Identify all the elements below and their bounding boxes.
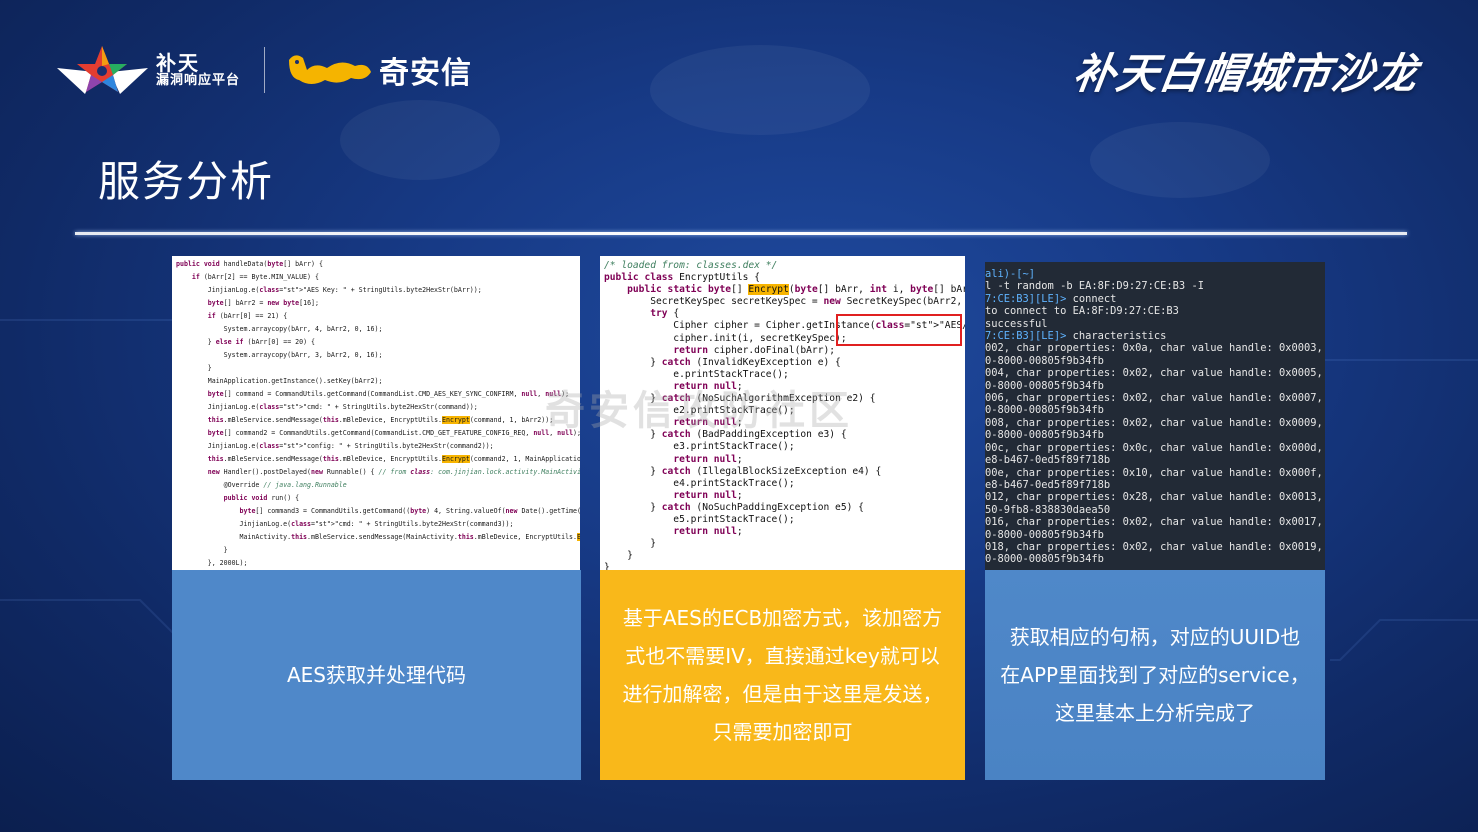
code1-line: byte[] bArr2 = new byte[16]; xyxy=(207,299,319,307)
terminal-line: 00e, char properties: 0x10, char value h… xyxy=(985,466,1325,479)
terminal-line: 0-8000-00805f9b34fb xyxy=(985,528,1104,541)
code2-line: } catch (NoSuchPaddingException e5) { xyxy=(604,501,864,513)
code1-line: JinjianLog.e(class="st">"cmd: " + String… xyxy=(176,520,514,528)
terminal-line: 50-9fb8-838830daea50 xyxy=(985,503,1111,516)
code1-line: JinjianLog.e(class="st">"cmd: " + String… xyxy=(176,403,478,411)
code2-line: } xyxy=(604,550,633,562)
code1-line: System.arraycopy(bArr, 3, bArr2, 0, 16); xyxy=(176,351,383,359)
code2-line: e4.printStackTrace(); xyxy=(604,477,795,489)
terminal-line: e8-b467-0ed5f89f718b xyxy=(985,478,1111,491)
terminal-line: 0-8000-00805f9b34fb xyxy=(985,379,1104,392)
brand-line1: 补天 xyxy=(156,50,200,75)
code2-line: public class EncryptUtils { xyxy=(604,272,760,284)
code1-line: } xyxy=(176,546,228,554)
partner-name: 奇安信 xyxy=(379,56,473,91)
code2-line: } xyxy=(604,538,656,550)
code1-line: } xyxy=(176,364,212,372)
code1-line: if (bArr[2] == Byte.MIN_VALUE) { xyxy=(191,273,319,281)
terminal-line: 018, char properties: 0x02, char value h… xyxy=(985,540,1325,553)
code1-line: } else if (bArr[0] == 20) { xyxy=(176,338,315,346)
code-comment: /* loaded from: classes.dex */ xyxy=(604,260,778,271)
event-title: 补天白帽城市沙龙 xyxy=(1070,49,1422,98)
terminal-line: e8-b467-0ed5f89f718b xyxy=(985,454,1111,467)
code2-line: return null; xyxy=(673,526,743,538)
code2-line: e.printStackTrace(); xyxy=(604,368,789,380)
code2-line: return null; xyxy=(673,417,743,429)
terminal-line: ali)-[~] xyxy=(985,268,1036,280)
card2-caption-box: 基于AES的ECB加密方式，该加密方 式也不需要IV，直接通过key就可以 进行加解… xyxy=(600,570,965,780)
code1-line: System.arraycopy(bArr, 4, bArr2, 0, 16); xyxy=(176,325,383,333)
aes-handle-code-screenshot: public void handleData(byte[] bArr) { if… xyxy=(172,256,580,570)
terminal-line: 00c, char properties: 0x0c, char value h… xyxy=(985,441,1325,454)
code1-line: }, 2000L); xyxy=(176,559,248,567)
brand-line2: 漏洞响应平台 xyxy=(156,72,241,88)
code1-line: JinjianLog.e(class="st">"AES Key: " + St… xyxy=(176,286,482,294)
terminal-line: 7:CE:B3][LE]> connect xyxy=(985,292,1117,305)
terminal-line: l -t random -b EA:8F:D9:27:CE:B3 -I xyxy=(985,280,1204,293)
code2-line: return cipher.doFinal(bArr); xyxy=(673,344,836,356)
butian-star-logo-icon xyxy=(57,46,148,94)
code2-line: SecretKeySpec secretKeySpec = new Secret… xyxy=(604,296,965,308)
code2-line: e3.printStackTrace(); xyxy=(604,441,795,453)
code1-line: public void handleData(byte[] bArr) { xyxy=(176,260,323,268)
terminal-line: 006, char properties: 0x02, char value h… xyxy=(985,392,1325,405)
code1-line: byte[] command3 = CommandUtils.getComman… xyxy=(239,507,580,515)
card3-caption-box: 获取相应的句柄，对应的UUID也 在APP里面找到了对应的service， 这里基本… xyxy=(985,570,1325,780)
code2-line: } catch (NoSuchAlgorithmException e2) { xyxy=(604,393,876,405)
terminal-line: 012, char properties: 0x28, char value h… xyxy=(985,491,1325,504)
page-title: 服务分析 xyxy=(98,157,275,206)
gatttool-terminal-screenshot: ali)-[~] l -t random -b EA:8F:D9:27:CE:B3… xyxy=(985,262,1325,570)
code1-line: public void run() { xyxy=(223,494,300,502)
code1-line: byte[] command2 = CommandUtils.getComman… xyxy=(207,429,580,437)
card3-caption: 获取相应的句柄，对应的UUID也 在APP里面找到了对应的service， 这里基本… xyxy=(1000,625,1310,725)
terminal-line: 004, char properties: 0x02, char value h… xyxy=(985,367,1325,380)
code1-line: MainApplication.getInstance().setKey(bAr… xyxy=(176,377,383,385)
code1-line: new Handler().postDelayed(new Runnable()… xyxy=(207,468,580,476)
code2-line: e5.printStackTrace(); xyxy=(604,513,795,525)
card1-caption: AES获取并处理代码 xyxy=(286,663,466,687)
terminal-line: 002, char properties: 0x0a, char value h… xyxy=(985,342,1325,355)
code2-line: public static byte[] Encrypt(byte[] bArr… xyxy=(627,284,965,296)
code2-line: return null; xyxy=(673,380,743,392)
code2-line: } catch (IllegalBlockSizeException e4) { xyxy=(604,465,882,477)
code2-line: } catch (InvalidKeyException e) { xyxy=(604,356,841,368)
terminal-line: 008, char properties: 0x02, char value h… xyxy=(985,416,1325,429)
terminal-line: 0-8000-00805f9b34fb xyxy=(985,354,1104,367)
code2-line: return null; xyxy=(673,453,743,465)
code2-line: } catch (BadPaddingException e3) { xyxy=(604,429,847,441)
terminal-line: 0-8000-00805f9b34fb xyxy=(985,429,1104,442)
card2-caption: 基于AES的ECB加密方式，该加密方 式也不需要IV，直接通过key就可以 进行加解… xyxy=(622,606,943,744)
header-divider xyxy=(264,47,266,93)
code1-line: this.mBleService.sendMessage(this.mBleDe… xyxy=(207,416,554,424)
code1-line: byte[] command = CommandUtils.getCommand… xyxy=(207,390,570,398)
card1-caption-box: AES获取并处理代码 xyxy=(172,570,581,780)
encrypt-utils-code-screenshot: /* loaded from: classes.dex */ public cl… xyxy=(600,256,965,570)
code1-line: this.mBleService.sendMessage(this.mBleDe… xyxy=(207,455,580,463)
terminal-line: 016, char properties: 0x02, char value h… xyxy=(985,516,1325,529)
code1-line: JinjianLog.e(class="st">"config: " + Str… xyxy=(176,442,494,450)
butian-brand: 补天 漏洞响应平台 xyxy=(156,52,240,88)
code1-line: MainActivity.this.mBleService.sendMessag… xyxy=(176,531,580,544)
code1-line: @Override // java.lang.Runnable xyxy=(176,481,347,489)
header-logos: 补天 漏洞响应平台 奇安信 xyxy=(55,40,472,100)
code2-line: } xyxy=(604,562,610,570)
code2-line: e2.printStackTrace(); xyxy=(604,405,795,417)
terminal-line: successful xyxy=(985,317,1048,330)
terminal-line: 0-8000-00805f9b34fb xyxy=(985,553,1104,566)
aes-ecb-highlight-box xyxy=(836,314,962,346)
title-divider xyxy=(75,232,1407,235)
terminal-line: 7:CE:B3][LE]> characteristics xyxy=(985,330,1167,343)
qianxin-mascot-logo-icon xyxy=(289,55,372,84)
terminal-line: to connect to EA:8F:D9:27:CE:B3 xyxy=(985,305,1179,318)
code1-line: if (bArr[0] == 21) { xyxy=(207,312,288,320)
terminal-line: 0-8000-00805f9b34fb xyxy=(985,404,1104,417)
code2-line: return null; xyxy=(673,489,743,501)
